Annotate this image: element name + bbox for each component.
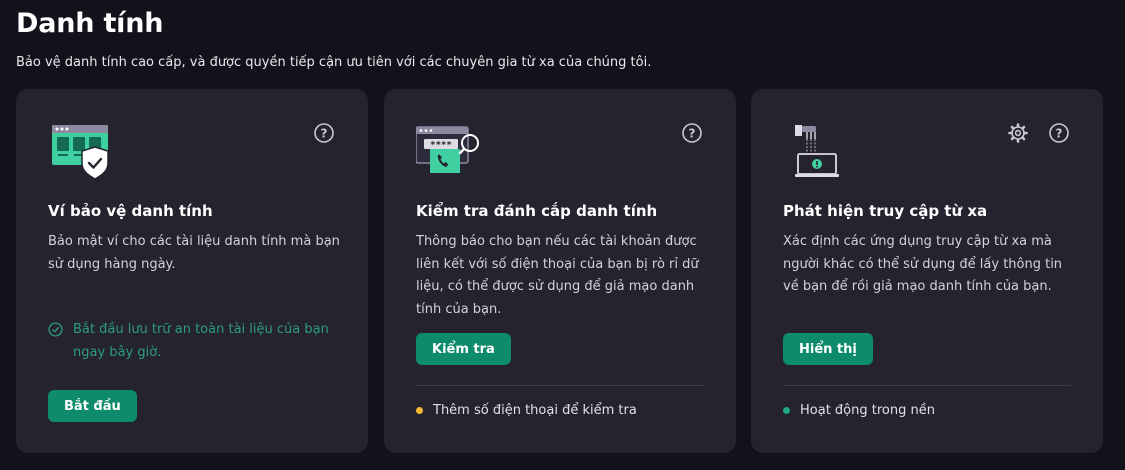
card-remote-access-detection: ? Phát hiện truy cập từ xa Xác định các … (751, 89, 1103, 453)
card-identity-wallet: ? Ví bảo vệ danh tính Bảo mật ví cho các… (16, 89, 368, 453)
svg-text:?: ? (689, 127, 696, 141)
status-text: Bắt đầu lưu trữ an toàn tài liệu của bạn… (73, 322, 329, 360)
card-title: Ví bảo vệ danh tính (48, 202, 213, 220)
card-identity-theft-check: **** ? Kiểm tra đánh cắp danh tính Thông… (384, 89, 736, 453)
settings-gear-icon[interactable] (1007, 122, 1029, 144)
check-circle-icon (48, 322, 63, 341)
divider (416, 385, 704, 386)
help-icon[interactable]: ? (313, 122, 335, 144)
identity-wallet-illustration (48, 121, 112, 185)
warning-dot-icon (416, 407, 423, 414)
card-title: Kiểm tra đánh cắp danh tính (416, 202, 658, 220)
page-subtitle: Bảo vệ danh tính cao cấp, và được quyền … (16, 55, 652, 70)
svg-text:?: ? (321, 127, 328, 141)
identity-theft-check-illustration: **** (415, 121, 486, 185)
svg-text:?: ? (1056, 127, 1063, 141)
footer-status-text: Thêm số điện thoại để kiểm tra (433, 403, 637, 418)
help-icon[interactable]: ? (681, 122, 703, 144)
card-title: Phát hiện truy cập từ xa (783, 202, 988, 220)
card-description: Bảo mật ví cho các tài liệu danh tính mà… (48, 234, 340, 272)
footer-status: Thêm số điện thoại để kiểm tra (416, 403, 637, 418)
check-button[interactable]: Kiểm tra (416, 333, 511, 365)
remote-access-illustration (783, 121, 847, 185)
page-title: Danh tính (16, 8, 164, 39)
start-button[interactable]: Bắt đầu (48, 390, 137, 422)
card-description: Thông báo cho bạn nếu các tài khoản được… (416, 234, 699, 317)
footer-status-text: Hoạt động trong nền (800, 403, 935, 418)
footer-status: Hoạt động trong nền (783, 403, 935, 418)
help-icon[interactable]: ? (1048, 122, 1070, 144)
divider (783, 385, 1071, 386)
show-button[interactable]: Hiển thị (783, 333, 873, 365)
status-message: Bắt đầu lưu trữ an toàn tài liệu của bạn… (48, 318, 338, 364)
active-dot-icon (783, 407, 790, 414)
card-description: Xác định các ứng dụng truy cập từ xa mà … (783, 234, 1063, 294)
